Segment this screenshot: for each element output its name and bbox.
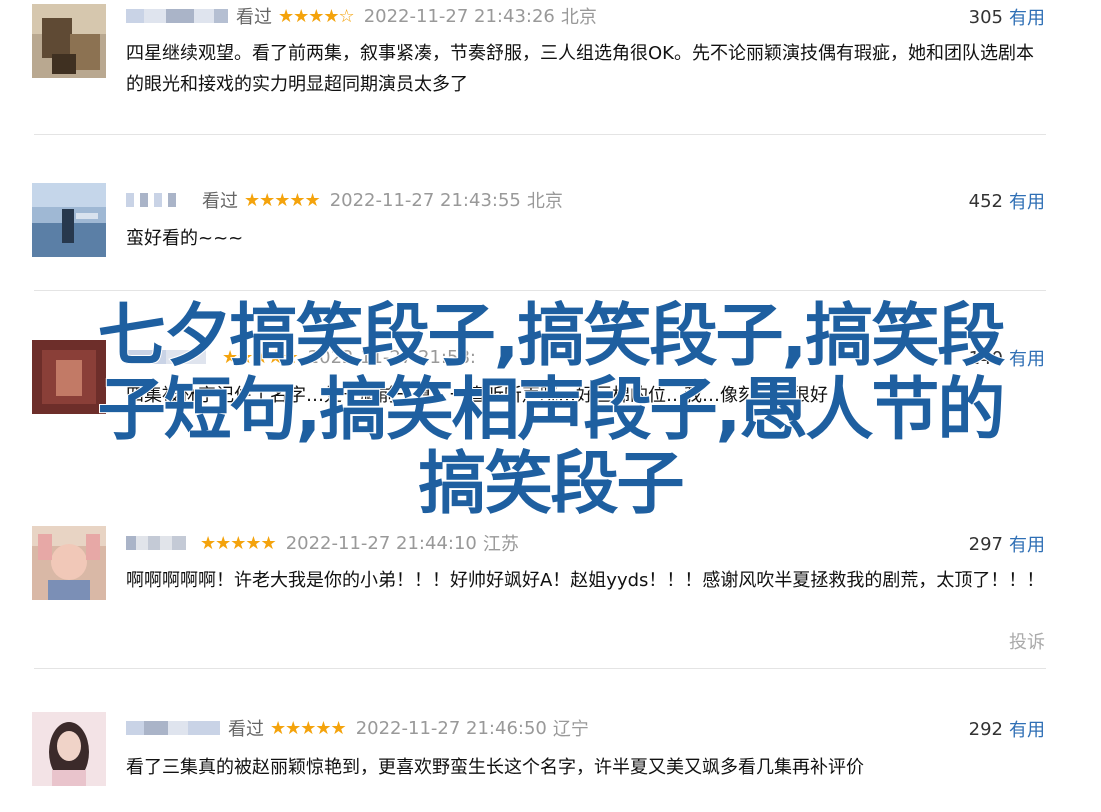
user-avatar[interactable] — [32, 4, 106, 78]
useful-count: 305 — [968, 6, 1003, 28]
useful-vote: 292 有用 — [969, 716, 1045, 742]
review-meta: 看过 ★★★★☆ 2022-11-27 21:43:26 北京 — [126, 4, 597, 28]
divider — [34, 134, 1046, 135]
useful-button[interactable]: 有用 — [1009, 4, 1045, 30]
review-text: 啊啊啊啊啊！许老大我是你的小弟！！！好帅好飒好A！赵姐yyds！！！感谢风吹半夏… — [126, 570, 1045, 591]
user-avatar[interactable] — [32, 183, 106, 257]
username-blurred[interactable] — [126, 9, 228, 23]
star-rating: ★★★★☆ — [278, 5, 355, 27]
user-avatar[interactable] — [32, 712, 106, 786]
useful-vote: 452 有用 — [969, 188, 1045, 214]
useful-count: 297 — [968, 533, 1003, 555]
watched-status: 看过 — [202, 191, 238, 212]
review-time: 2022-11-27 21:43:26 — [363, 5, 555, 27]
watched-status: 看过 — [228, 719, 264, 740]
review-meta: 看过 ★★★★★ 2022-11-27 21:46:50 辽宁 — [126, 716, 589, 740]
useful-vote: 297 有用 — [969, 531, 1045, 557]
overlay-line-3: 搞笑段子 — [417, 445, 685, 524]
username-blurred[interactable] — [126, 193, 194, 207]
divider — [34, 668, 1046, 669]
username-blurred[interactable] — [126, 536, 192, 550]
overlay-line-2: 子短句,搞笑相声段子,愚人节的 — [97, 371, 1007, 450]
review-time: 2022-11-27 21:43:55 — [329, 189, 521, 211]
overlay-title: 七夕搞笑段子,搞笑段子,搞笑段 子短句,搞笑相声段子,愚人节的 搞笑段子 — [0, 297, 1101, 524]
review-location: 北京 — [526, 191, 563, 212]
review-location: 辽宁 — [552, 719, 589, 740]
username-blurred[interactable] — [126, 721, 220, 735]
report-button[interactable]: 投诉 — [1009, 628, 1045, 654]
star-rating: ★★★★★ — [244, 189, 321, 211]
watched-status: 看过 — [236, 7, 272, 28]
user-avatar[interactable] — [32, 526, 106, 600]
useful-button[interactable]: 有用 — [1009, 188, 1045, 214]
useful-button[interactable]: 有用 — [1009, 531, 1045, 557]
review-time: 2022-11-27 21:44:10 — [285, 532, 477, 554]
review-meta: ★★★★★ 2022-11-27 21:44:10 江苏 — [126, 531, 519, 555]
review-time: 2022-11-27 21:46:50 — [355, 717, 547, 739]
review-text: 看了三集真的被赵丽颖惊艳到，更喜欢野蛮生长这个名字，许半夏又美又飒多看几集再补评… — [126, 757, 864, 778]
useful-count: 452 — [968, 190, 1003, 212]
overlay-line-1: 七夕搞笑段子,搞笑段子,搞笑段 — [97, 297, 1007, 376]
useful-button[interactable]: 有用 — [1009, 716, 1045, 742]
review-location: 北京 — [560, 7, 597, 28]
review-text: 蛮好看的~~~ — [126, 228, 244, 249]
useful-vote: 305 有用 — [969, 4, 1045, 30]
star-rating: ★★★★★ — [270, 717, 347, 739]
star-rating: ★★★★★ — [200, 532, 277, 554]
divider — [34, 290, 1046, 291]
review-location: 江苏 — [482, 534, 519, 555]
review-meta: 看过 ★★★★★ 2022-11-27 21:43:55 北京 — [126, 188, 563, 212]
review-text: 四星继续观望。看了前两集，叙事紧凑，节奏舒服，三人组选角很OK。先不论丽颖演技偶… — [126, 43, 1034, 95]
useful-count: 292 — [968, 718, 1003, 740]
